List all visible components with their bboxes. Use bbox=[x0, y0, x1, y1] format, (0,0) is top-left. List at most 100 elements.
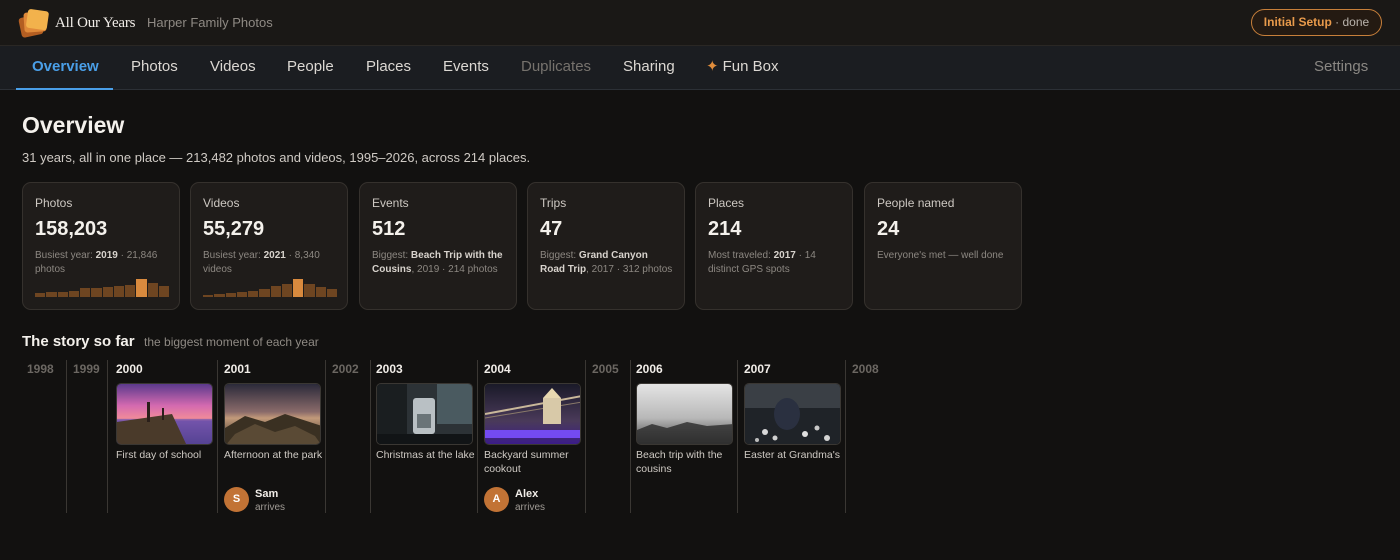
trend-bar bbox=[147, 282, 158, 297]
stat-note-prefix: Everyone's met — well done bbox=[877, 250, 1004, 261]
tab-people[interactable]: People bbox=[287, 46, 334, 90]
stat-note: Biggest: Grand Canyon Road Trip, 2017 · … bbox=[540, 249, 674, 277]
stat-value: 24 bbox=[877, 218, 900, 240]
trend-bar bbox=[225, 293, 236, 297]
initial-setup-button[interactable]: Initial Setup · done bbox=[1251, 9, 1382, 36]
trend-bar bbox=[136, 279, 147, 297]
tab-events[interactable]: Events bbox=[443, 46, 489, 90]
main-nav: Overview Photos Videos People Places Eve… bbox=[0, 46, 1400, 90]
stat-card-events[interactable]: Events 512 Biggest: Beach Trip with the … bbox=[359, 182, 517, 310]
stat-note: Busiest year: 2019 · 21,846 photos bbox=[35, 249, 169, 277]
story-subtitle: the biggest moment of each year bbox=[144, 335, 319, 349]
stat-value: 158,203 bbox=[35, 218, 108, 240]
trend-bar bbox=[248, 290, 259, 297]
app-logo-icon[interactable] bbox=[17, 7, 51, 39]
tab-sharing[interactable]: Sharing bbox=[623, 46, 675, 90]
year-divider bbox=[107, 360, 108, 513]
moment-photo-sunset-pier[interactable] bbox=[116, 383, 213, 445]
year-label: 2007 bbox=[744, 362, 771, 376]
person-arrival-alex[interactable]: A Alex arrives bbox=[484, 486, 584, 514]
tab-fun-box[interactable]: ✦ Fun Box bbox=[706, 46, 778, 90]
tab-overview[interactable]: Overview bbox=[16, 46, 113, 90]
stat-value: 214 bbox=[708, 218, 742, 240]
setup-label: Initial Setup bbox=[1263, 15, 1332, 29]
story-title: The story so far bbox=[22, 333, 135, 350]
stat-card-places[interactable]: Places 214 Most traveled: 2017 · 14 dist… bbox=[695, 182, 853, 310]
year-label: 1998 bbox=[27, 362, 54, 376]
stat-label: Photos bbox=[35, 196, 73, 210]
stat-card-videos[interactable]: Videos 55,279 Busiest year: 2021 · 8,340… bbox=[190, 182, 348, 310]
setup-separator: · bbox=[1331, 15, 1343, 29]
person-arrival-sam[interactable]: S Sam arrives bbox=[224, 486, 324, 514]
tab-photos[interactable]: Photos bbox=[131, 46, 178, 90]
moment-photo-foggy-field[interactable] bbox=[636, 383, 733, 445]
stat-card-people-named[interactable]: People named 24 Everyone's met — well do… bbox=[864, 182, 1022, 310]
person-note: arrives bbox=[255, 502, 286, 513]
stat-card-trips[interactable]: Trips 47 Biggest: Grand Canyon Road Trip… bbox=[527, 182, 685, 310]
trend-bar bbox=[259, 288, 270, 297]
year-column-2008: 2008 bbox=[852, 358, 892, 513]
sparkle-icon: ✦ bbox=[706, 58, 719, 75]
top-bar: All Our Years Harper Family Photos Initi… bbox=[0, 0, 1400, 46]
year-label: 2000 bbox=[116, 362, 143, 376]
app-title[interactable]: All Our Years bbox=[55, 15, 136, 32]
year-label: 2006 bbox=[636, 362, 663, 376]
stat-note-prefix: Biggest: bbox=[540, 250, 579, 261]
trend-bar bbox=[158, 286, 169, 297]
year-divider bbox=[630, 360, 631, 513]
moment-caption: Easter at Grandma's bbox=[744, 449, 840, 461]
moment-caption: Afternoon at the park bbox=[224, 449, 323, 461]
stat-note-highlight: 2021 bbox=[263, 250, 286, 261]
tab-places[interactable]: Places bbox=[366, 46, 411, 90]
stat-label: Videos bbox=[203, 196, 240, 210]
year-divider bbox=[585, 360, 586, 513]
moment-photo-rocky-coast[interactable] bbox=[224, 383, 321, 445]
year-label: 1999 bbox=[73, 362, 100, 376]
stat-card-photos[interactable]: Photos 158,203 Busiest year: 2019 · 21,8… bbox=[22, 182, 180, 310]
trend-bar bbox=[270, 286, 281, 297]
year-divider bbox=[217, 360, 218, 513]
trend-bar bbox=[315, 287, 326, 297]
tab-videos[interactable]: Videos bbox=[210, 46, 256, 90]
stat-label: Events bbox=[372, 196, 409, 210]
stat-note: Busiest year: 2021 · 8,340 videos bbox=[203, 249, 337, 277]
year-column-1998: 1998 bbox=[27, 358, 67, 513]
moment-photo-coffee-shop[interactable] bbox=[376, 383, 473, 445]
tab-settings[interactable]: Settings bbox=[1314, 46, 1368, 90]
moment-caption: Beach trip with the cousins bbox=[636, 449, 723, 475]
person-note: arrives bbox=[515, 502, 546, 513]
year-label: 2001 bbox=[224, 362, 251, 376]
trend-bar bbox=[80, 288, 91, 297]
year-divider bbox=[66, 360, 67, 513]
stat-note: Biggest: Beach Trip with the Cousins, 20… bbox=[372, 249, 506, 277]
moment-caption: First day of school bbox=[116, 449, 202, 461]
year-label: 2005 bbox=[592, 362, 619, 376]
year-divider bbox=[370, 360, 371, 513]
avatar: S bbox=[224, 487, 249, 512]
tab-duplicates[interactable]: Duplicates bbox=[521, 46, 591, 90]
year-column-2005: 2005 bbox=[592, 358, 631, 513]
trend-bar bbox=[304, 284, 315, 297]
trend-bar bbox=[326, 289, 337, 297]
trend-bar bbox=[68, 290, 79, 297]
year-divider bbox=[325, 360, 326, 513]
trend-bar bbox=[46, 291, 57, 297]
stat-note-suffix: , 2019 · 214 photos bbox=[411, 264, 498, 275]
trend-bar bbox=[203, 295, 214, 297]
stat-value: 55,279 bbox=[203, 218, 265, 240]
year-column-2007: 2007 Easter at Grandma's bbox=[744, 358, 846, 513]
moment-photo-city-bridge[interactable] bbox=[484, 383, 581, 445]
stat-value: 47 bbox=[540, 218, 563, 240]
tab-fun-box-label: Fun Box bbox=[722, 58, 779, 75]
trend-bar bbox=[91, 288, 102, 297]
trend-bar bbox=[236, 291, 247, 297]
page-subtitle: 31 years, all in one place — 213,482 pho… bbox=[22, 150, 531, 165]
stat-note: Everyone's met — well done bbox=[877, 249, 1011, 263]
stat-note: Most traveled: 2017 · 14 distinct GPS sp… bbox=[708, 249, 842, 277]
moment-photo-flower-field[interactable] bbox=[744, 383, 841, 445]
trend-bar bbox=[214, 294, 225, 297]
trend-bar bbox=[293, 279, 304, 297]
person-name: Alex bbox=[515, 488, 539, 500]
year-column-1999: 1999 bbox=[73, 358, 108, 513]
year-label: 2002 bbox=[332, 362, 359, 376]
